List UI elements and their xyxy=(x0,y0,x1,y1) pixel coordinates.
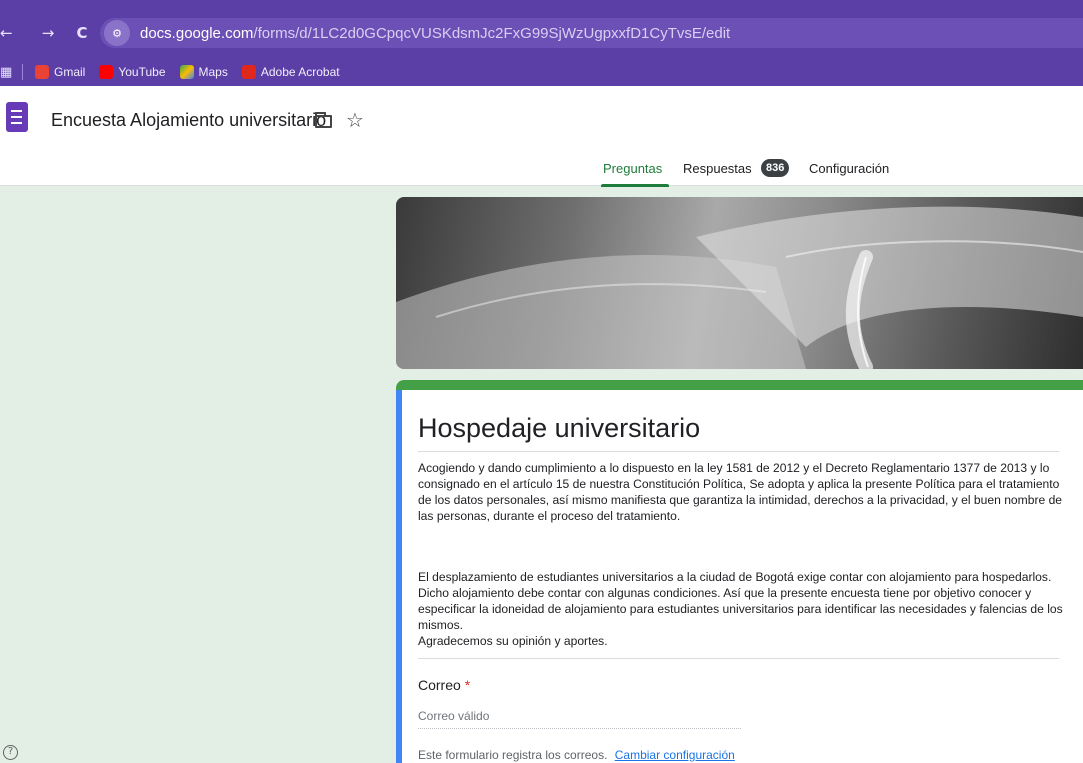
youtube-icon xyxy=(99,65,114,79)
responses-count-badge: 836 xyxy=(761,159,790,177)
bookmark-acrobat[interactable]: Adobe Acrobat xyxy=(241,65,340,79)
change-settings-link[interactable]: Cambiar configuración xyxy=(615,748,735,762)
folder-icon[interactable] xyxy=(315,112,332,128)
card-accent-bar xyxy=(396,380,1083,390)
tab-preguntas[interactable]: Preguntas xyxy=(603,161,662,176)
email-collection-note: Este formulario registra los correos. Ca… xyxy=(418,748,735,762)
back-icon[interactable]: ← xyxy=(0,24,13,42)
divider xyxy=(418,658,1059,659)
bookmark-label: YouTube xyxy=(118,65,166,79)
description-paragraph: El desplazamiento de estudiantes univers… xyxy=(418,570,1063,632)
bookmark-label: Adobe Acrobat xyxy=(260,65,340,79)
url-host: docs.google.com xyxy=(140,24,254,42)
email-field[interactable]: Correo válido xyxy=(418,709,741,729)
bookmark-maps[interactable]: Maps xyxy=(179,65,228,79)
open-book-feather-image xyxy=(396,206,1083,369)
bookmarks-separator xyxy=(22,64,23,80)
help-icon[interactable]: ? xyxy=(3,745,18,760)
doc-title[interactable]: Encuesta Alojamiento universitario xyxy=(51,110,326,131)
maps-icon xyxy=(179,65,194,79)
forms-header: Encuesta Alojamiento universitario ☆ Pre… xyxy=(0,86,1083,187)
gmail-icon xyxy=(35,65,49,79)
site-info-icon[interactable]: ⚙ xyxy=(104,20,130,46)
required-asterisk: * xyxy=(464,677,471,693)
tab-respuestas[interactable]: Respuestas xyxy=(683,161,752,176)
browser-toolbar: ← → C ⚙ docs.google.com/forms/d/1LC2d0GC… xyxy=(0,0,1083,58)
divider xyxy=(418,451,1059,452)
address-bar[interactable]: ⚙ docs.google.com/forms/d/1LC2d0GCpqcVUS… xyxy=(100,18,1083,48)
bookmark-label: Maps xyxy=(198,65,228,79)
description-thanks: Agradecemos su opinión y aportes. xyxy=(418,634,608,648)
reload-icon[interactable]: C xyxy=(68,24,96,42)
note-text: Este formulario registra los correos. xyxy=(418,748,608,762)
form-tabs: Preguntas Respuestas 836 Configuración xyxy=(0,159,1083,187)
bookmark-label: Gmail xyxy=(54,65,86,79)
form-description[interactable]: Acogiendo y dando cumplimiento a lo disp… xyxy=(418,460,1064,524)
url-path: /forms/d/1LC2d0GCpqcVUSKdsmJc2FxG99SjWzU… xyxy=(253,24,731,42)
form-header-card[interactable]: Hospedaje universitario Acogiendo y dand… xyxy=(396,380,1083,763)
acrobat-icon xyxy=(241,65,256,79)
apps-grid-icon[interactable]: ▦ xyxy=(0,65,14,80)
card-focus-bar xyxy=(396,390,402,763)
bookmarks-bar: ▦ Gmail YouTube Maps Adobe Acrobat xyxy=(0,58,1083,86)
question-title: Correo xyxy=(418,677,461,693)
forward-icon[interactable]: → xyxy=(34,24,62,42)
header-image xyxy=(396,197,1083,369)
tab-configuracion[interactable]: Configuración xyxy=(809,161,889,176)
bookmark-gmail[interactable]: Gmail xyxy=(35,65,85,79)
bookmark-youtube[interactable]: YouTube xyxy=(99,65,166,79)
question-label: Correo * xyxy=(418,677,470,693)
google-forms-logo-icon[interactable] xyxy=(6,102,28,132)
form-title[interactable]: Hospedaje universitario xyxy=(418,413,700,444)
form-description-continued[interactable]: El desplazamiento de estudiantes univers… xyxy=(418,569,1064,649)
active-tab-indicator xyxy=(601,184,669,187)
star-icon[interactable]: ☆ xyxy=(346,108,364,132)
